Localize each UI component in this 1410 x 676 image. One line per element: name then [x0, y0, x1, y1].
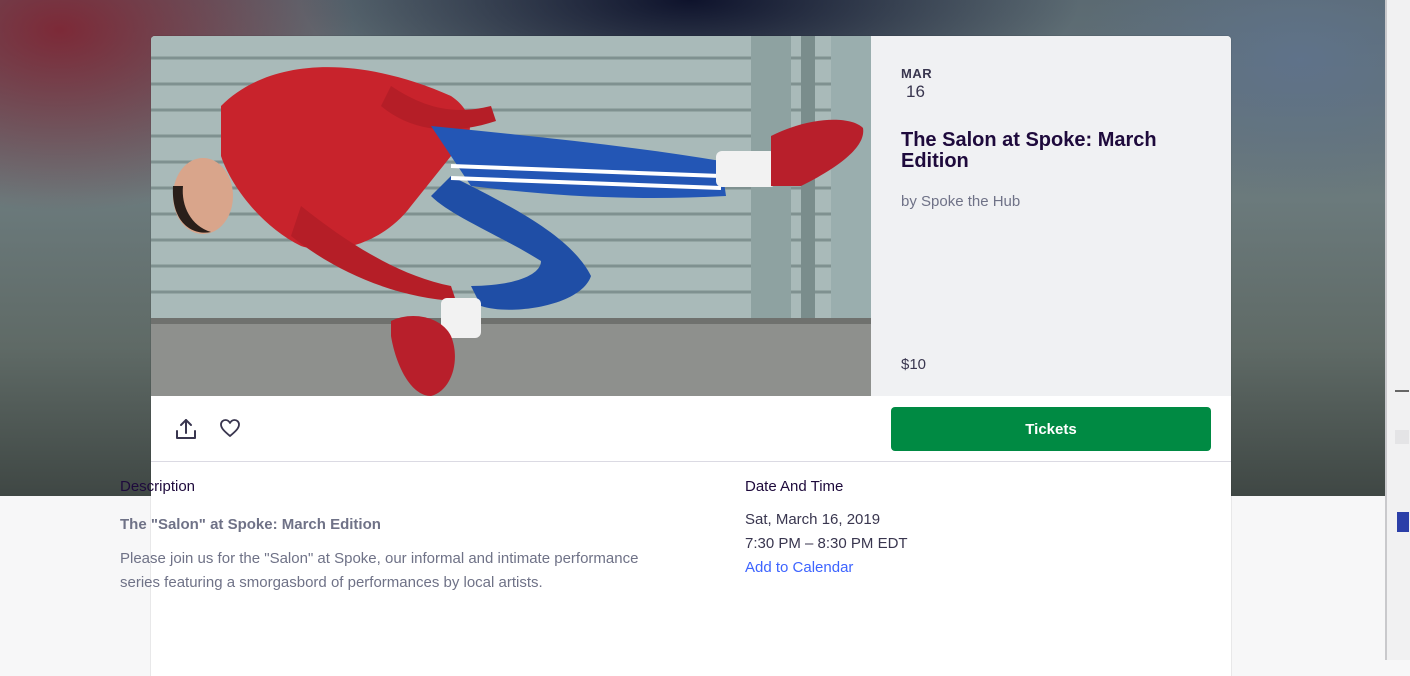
tickets-button[interactable]: Tickets	[891, 407, 1211, 451]
edge-marker	[1395, 430, 1409, 444]
event-info-panel: MAR 16 The Salon at Spoke: March Edition…	[871, 36, 1231, 396]
description-title: The "Salon" at Spoke: March Edition	[120, 516, 381, 533]
event-date-month: MAR	[901, 66, 933, 81]
share-icon[interactable]	[175, 417, 197, 441]
event-title: The Salon at Spoke: March Edition	[901, 129, 1157, 172]
description-body: Please join us for the "Salon" at Spoke,…	[120, 550, 639, 591]
event-price: $10	[901, 356, 927, 373]
date-time-heading: Date And Time	[745, 478, 844, 495]
event-time: 7:30 PM – 8:30 PM EDT	[745, 535, 908, 552]
edge-marker	[1395, 390, 1409, 392]
action-bar: Tickets	[151, 396, 1231, 462]
window-edge	[1385, 0, 1410, 660]
heart-icon[interactable]	[219, 418, 241, 438]
dancer-photo	[151, 36, 871, 396]
event-date: Sat, March 16, 2019	[745, 511, 881, 528]
edge-marker	[1397, 512, 1409, 532]
description-heading: Description	[120, 478, 196, 495]
event-hero-image	[151, 36, 871, 396]
event-organizer[interactable]: by Spoke the Hub	[901, 193, 1020, 210]
add-to-calendar-link[interactable]: Add to Calendar	[745, 559, 853, 576]
event-date-day: 16	[906, 82, 925, 101]
